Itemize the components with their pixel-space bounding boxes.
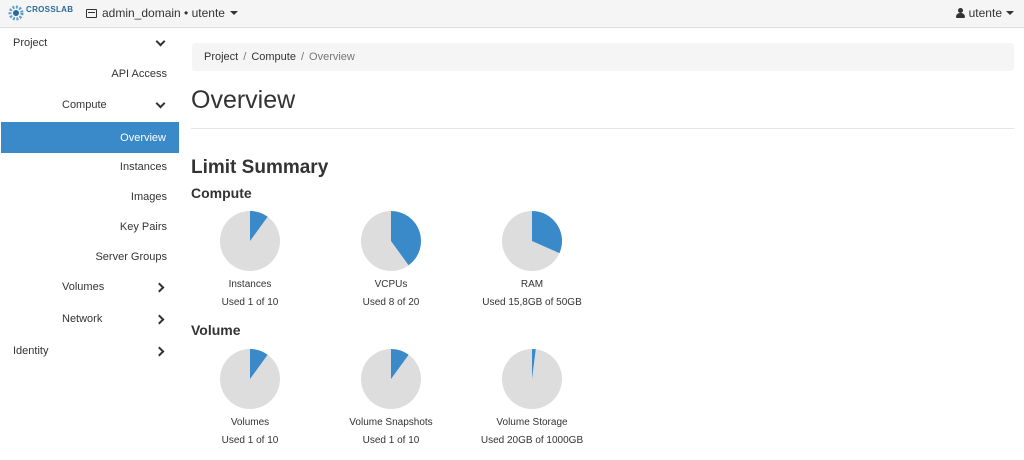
sidebar-item-overview[interactable]: Overview [1, 122, 179, 153]
pie-chart [361, 211, 421, 271]
sidebar-item-label: Server Groups [95, 251, 167, 263]
user-label: utente [968, 6, 1002, 20]
pie-usage-text: Used 1 of 10 [221, 297, 279, 308]
sidebar-item-api-access[interactable]: API Access [0, 60, 180, 88]
pie-card-volume-storage: Volume Storage Used 20GB of 1000GB [462, 348, 602, 446]
caret-down-icon [1006, 11, 1014, 15]
pie-card-instances: Instances Used 1 of 10 [180, 210, 320, 308]
user-dropdown[interactable]: utente [955, 6, 1014, 20]
pie-chart [220, 349, 280, 409]
pie-label: Instances [228, 279, 272, 290]
sidebar-item-identity[interactable]: Identity [0, 337, 180, 365]
server-icon [86, 8, 97, 18]
breadcrumb: Project / Compute / Overview [192, 43, 1014, 71]
chevron-down-icon [155, 98, 166, 109]
pie-chart [220, 211, 280, 271]
section-heading-compute: Compute [191, 185, 252, 201]
logo-text: CROSSLAB [26, 5, 74, 14]
limit-summary-heading: Limit Summary [191, 157, 329, 178]
caret-down-icon [229, 11, 238, 15]
pie-card-volumes: Volumes Used 1 of 10 [180, 348, 320, 446]
title-divider [191, 128, 1014, 129]
sidebar-item-instances[interactable]: Instances [0, 153, 180, 181]
pie-label: Volume Storage [496, 417, 568, 428]
pie-card-ram: RAM Used 15,8GB of 50GB [462, 210, 602, 308]
pie-chart [502, 211, 562, 271]
pie-card-volume-snapshots: Volume Snapshots Used 1 of 10 [321, 348, 461, 446]
sidebar-item-label: Overview [120, 132, 166, 144]
pie-usage-text: Used 20GB of 1000GB [480, 435, 584, 446]
sidebar-item-label: API Access [111, 68, 167, 80]
page-title: Overview [191, 86, 296, 114]
logo-gear-icon [8, 5, 24, 21]
pie-label: VCPUs [374, 279, 408, 290]
domain-label: admin_domain • utente [102, 6, 225, 20]
sidebar-item-label: Volumes [62, 281, 105, 293]
pie-chart [361, 349, 421, 409]
pie-usage-text: Used 1 of 10 [221, 435, 279, 446]
sidebar: Project API Access Compute Overview Inst… [0, 28, 180, 460]
pie-label: Volume Snapshots [349, 417, 433, 428]
pie-label: RAM [520, 279, 544, 290]
pie-usage-text: Used 1 of 10 [362, 435, 420, 446]
sidebar-item-server-groups[interactable]: Server Groups [0, 243, 180, 271]
pie-usage-text: Used 15,8GB of 50GB [482, 297, 582, 308]
top-navbar: CROSSLAB admin_domain • utente utente [0, 0, 1024, 28]
sidebar-item-images[interactable]: Images [0, 183, 180, 211]
chevron-right-icon [154, 346, 165, 357]
project-domain-dropdown[interactable]: admin_domain • utente [86, 6, 238, 20]
breadcrumb-separator: / [243, 51, 247, 63]
pie-chart [502, 349, 562, 409]
pie-card-vcpus: VCPUs Used 8 of 20 [321, 210, 461, 308]
sidebar-item-project[interactable]: Project [0, 29, 180, 57]
breadcrumb-project[interactable]: Project [204, 51, 238, 63]
pie-label: Volumes [230, 417, 270, 428]
breadcrumb-separator: / [300, 51, 305, 63]
chevron-right-icon [154, 282, 165, 293]
chevron-down-icon [155, 36, 166, 47]
section-heading-volume: Volume [191, 322, 241, 338]
sidebar-item-label: Images [130, 191, 167, 203]
chevron-right-icon [154, 314, 165, 325]
sidebar-item-label: Instances [119, 161, 167, 173]
sidebar-item-compute[interactable]: Compute [0, 91, 180, 119]
sidebar-item-label: Identity [13, 345, 49, 357]
pie-usage-text: Used 8 of 20 [362, 297, 420, 308]
user-icon [955, 8, 965, 18]
sidebar-item-network[interactable]: Network [0, 305, 180, 333]
sidebar-item-label: Compute [62, 99, 107, 111]
crosslab-logo[interactable]: CROSSLAB [8, 3, 74, 25]
sidebar-item-label: Network [62, 313, 103, 325]
breadcrumb-compute[interactable]: Compute [251, 51, 296, 63]
sidebar-item-label: Key Pairs [119, 221, 167, 233]
breadcrumb-current: Overview [309, 51, 355, 63]
sidebar-item-key-pairs[interactable]: Key Pairs [0, 213, 180, 241]
sidebar-item-label: Project [13, 37, 48, 49]
sidebar-item-volumes[interactable]: Volumes [0, 273, 180, 301]
